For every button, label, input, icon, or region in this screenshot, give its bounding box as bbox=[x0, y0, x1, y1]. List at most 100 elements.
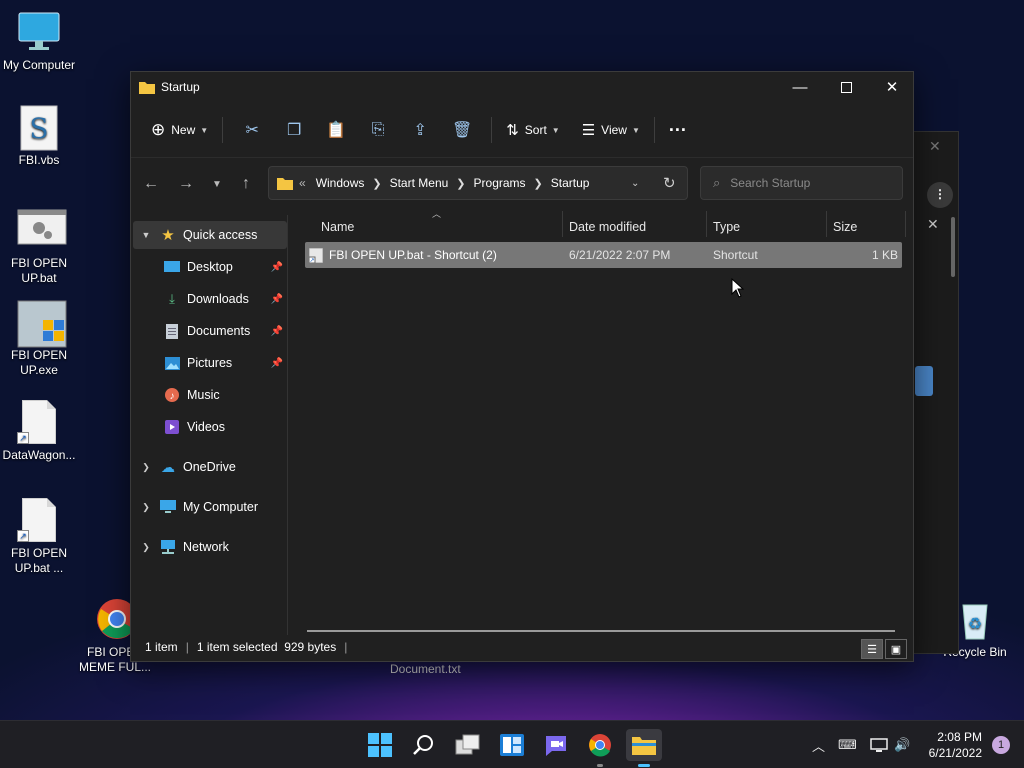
desktop-icon-label: FBI.vbs bbox=[18, 153, 60, 167]
desktop-icon-datawagon[interactable]: ↗ DataWagon... bbox=[0, 400, 78, 463]
sidebar-item-pictures[interactable]: Pictures 📌 bbox=[133, 349, 287, 377]
script-file-icon: S bbox=[17, 105, 61, 151]
folder-icon bbox=[139, 82, 155, 94]
close-icon[interactable]: ✕ bbox=[929, 138, 941, 155]
table-row[interactable]: ↗ FBI OPEN UP.bat - Shortcut (2) 6/21/20… bbox=[305, 242, 902, 268]
more-button[interactable]: ··· bbox=[663, 113, 693, 147]
back-button[interactable]: ← bbox=[137, 170, 165, 198]
sidebar-item-my-computer[interactable]: ❯ My Computer bbox=[133, 493, 287, 521]
column-header-size[interactable]: Size bbox=[833, 213, 857, 241]
widgets-icon[interactable] bbox=[496, 729, 528, 761]
forward-button[interactable]: → bbox=[172, 170, 200, 198]
show-hidden-icons-button[interactable]: ︿ bbox=[812, 721, 825, 768]
breadcrumb-overflow[interactable]: « bbox=[299, 176, 306, 190]
chevron-right-icon[interactable]: ❯ bbox=[456, 177, 465, 190]
sort-button[interactable]: ⇅ Sort ▼ bbox=[500, 113, 566, 147]
sidebar-item-music[interactable]: ♪ Music bbox=[133, 381, 287, 409]
cut-icon[interactable]: ✂ bbox=[235, 113, 269, 147]
chevron-down-icon[interactable]: ▼ bbox=[133, 230, 159, 240]
pin-icon[interactable]: 📌 bbox=[271, 262, 283, 273]
minimize-button[interactable]: — bbox=[777, 72, 823, 102]
column-header-type[interactable]: Type bbox=[713, 213, 740, 241]
search-icon[interactable] bbox=[408, 729, 440, 761]
desktop-icon-fbi-bat-shortcut[interactable]: ↗ FBI OPEN UP.bat ... bbox=[0, 498, 78, 576]
desktop-icon-my-computer[interactable]: My Computer bbox=[0, 10, 78, 73]
pin-icon[interactable]: 📌 bbox=[271, 358, 283, 369]
clock-date: 6/21/2022 bbox=[928, 746, 982, 760]
recent-locations-button[interactable]: ▼ bbox=[203, 170, 231, 198]
more-options-icon[interactable]: ⋮ bbox=[927, 182, 953, 208]
breadcrumb-start-menu[interactable]: Start Menu bbox=[390, 176, 449, 190]
horizontal-scrollbar[interactable] bbox=[307, 630, 895, 632]
up-button[interactable]: ↑ bbox=[232, 170, 260, 198]
shortcut-file-icon: ↗ bbox=[17, 400, 61, 444]
chevron-right-icon[interactable]: ❯ bbox=[534, 177, 543, 190]
view-button[interactable]: ☰ View ▼ bbox=[576, 113, 646, 147]
desktop-icon-label: FBI OPEN UP.exe bbox=[10, 348, 67, 377]
close-button[interactable]: ✕ bbox=[869, 72, 915, 102]
sidebar-item-desktop[interactable]: Desktop 📌 bbox=[133, 253, 287, 281]
chevron-right-icon[interactable]: ❯ bbox=[133, 542, 159, 553]
chevron-right-icon[interactable]: ❯ bbox=[372, 177, 381, 190]
document-icon bbox=[163, 323, 181, 339]
delete-icon[interactable]: 🗑 bbox=[445, 113, 479, 147]
file-explorer-icon[interactable] bbox=[626, 729, 662, 767]
address-dropdown-icon[interactable]: ⌄ bbox=[631, 178, 639, 189]
background-window[interactable]: ✕ ⋮ ✕ bbox=[910, 131, 959, 654]
chevron-right-icon[interactable]: ❯ bbox=[133, 462, 159, 473]
taskbar: ︿ ⌨ 🔊 2:08 PM 6/21/2022 1 bbox=[0, 720, 1024, 768]
chevron-down-icon: ▼ bbox=[631, 125, 640, 135]
pin-icon[interactable]: 📌 bbox=[271, 326, 283, 337]
file-type: Shortcut bbox=[713, 248, 758, 262]
task-view-icon[interactable] bbox=[452, 729, 484, 761]
network-status-icon[interactable] bbox=[870, 721, 888, 768]
desktop-icon-document-txt[interactable]: Document.txt bbox=[390, 662, 461, 676]
new-button[interactable]: ⊕ New ▼ bbox=[145, 113, 214, 147]
column-header-name[interactable]: Name bbox=[321, 213, 354, 241]
sidebar-item-quick-access[interactable]: ▼ ★ Quick access bbox=[133, 221, 287, 249]
pin-icon[interactable]: 📌 bbox=[271, 294, 283, 305]
desktop-icon-fbi-bat[interactable]: FBI OPEN UP.bat bbox=[0, 208, 78, 286]
breadcrumb-programs[interactable]: Programs bbox=[474, 176, 526, 190]
sidebar-item-network[interactable]: ❯ Network bbox=[133, 533, 287, 561]
refresh-icon[interactable]: ↻ bbox=[663, 174, 676, 192]
item-count: 1 item bbox=[145, 640, 178, 654]
volume-icon[interactable]: 🔊 bbox=[894, 721, 910, 768]
share-icon[interactable]: ⇪ bbox=[403, 113, 437, 147]
sidebar-item-downloads[interactable]: ⤓ Downloads 📌 bbox=[133, 285, 287, 313]
desktop-icon-label: FBI OPEN UP.bat ... bbox=[10, 546, 67, 575]
chrome-icon[interactable] bbox=[584, 729, 616, 767]
chevron-down-icon: ▼ bbox=[200, 125, 209, 135]
chevron-right-icon[interactable]: ❯ bbox=[133, 502, 159, 513]
sidebar-item-documents[interactable]: Documents 📌 bbox=[133, 317, 287, 345]
desktop-icon-fbi-vbs[interactable]: S FBI.vbs bbox=[0, 105, 78, 168]
paste-icon[interactable]: 📋 bbox=[319, 113, 353, 147]
address-bar[interactable]: « Windows ❯ Start Menu ❯ Programs ❯ Star… bbox=[268, 166, 688, 200]
breadcrumb-windows[interactable]: Windows bbox=[316, 176, 365, 190]
breadcrumb-startup[interactable]: Startup bbox=[551, 176, 590, 190]
start-icon[interactable] bbox=[364, 729, 396, 761]
rename-icon[interactable]: ⎘ bbox=[361, 113, 395, 147]
scrollbar-thumb[interactable] bbox=[951, 217, 955, 277]
desktop-icon-fbi-exe[interactable]: FBI OPEN UP.exe bbox=[0, 300, 78, 378]
window-title: Startup bbox=[161, 80, 200, 94]
sidebar-item-onedrive[interactable]: ❯ ☁ OneDrive bbox=[133, 453, 287, 481]
copy-icon[interactable]: ❐ bbox=[277, 113, 311, 147]
maximize-button[interactable] bbox=[823, 72, 869, 102]
keyboard-icon[interactable]: ⌨ bbox=[838, 721, 857, 768]
svg-text:♪: ♪ bbox=[170, 391, 175, 402]
blue-button[interactable] bbox=[915, 366, 933, 396]
search-input[interactable] bbox=[730, 176, 891, 190]
clock[interactable]: 2:08 PM 6/21/2022 bbox=[929, 729, 982, 761]
close-icon[interactable]: ✕ bbox=[927, 216, 939, 233]
details-view-icon[interactable]: ☰ bbox=[861, 639, 883, 659]
teams-chat-icon[interactable] bbox=[540, 729, 572, 761]
search-box[interactable]: ⌕ bbox=[700, 166, 903, 200]
selection-info: 1 item selected 929 bytes bbox=[196, 640, 337, 654]
tiles-view-icon[interactable]: ▣ bbox=[885, 639, 907, 659]
sidebar-item-videos[interactable]: Videos bbox=[133, 413, 287, 441]
column-header-date-modified[interactable]: Date modified bbox=[569, 213, 646, 241]
notification-badge[interactable]: 1 bbox=[992, 736, 1010, 754]
plus-circle-icon: ⊕ bbox=[151, 120, 166, 139]
shortcut-file-icon: ↗ bbox=[17, 498, 61, 542]
